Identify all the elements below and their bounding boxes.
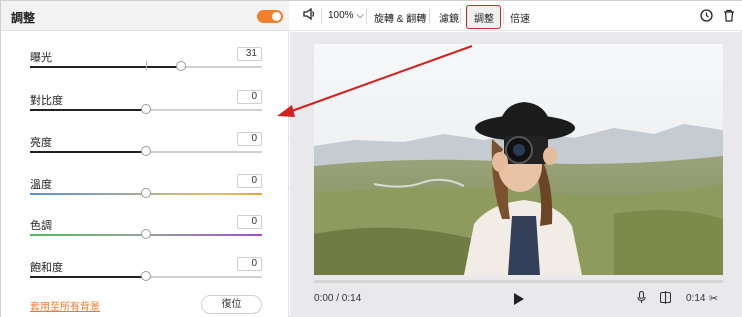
- panel-header: 調整: [1, 1, 289, 31]
- toolbar-divider: [503, 8, 504, 24]
- preview-image: [314, 44, 723, 275]
- playback-progress[interactable]: [314, 280, 723, 283]
- slider-fill: [30, 151, 146, 153]
- slider-fill: [30, 66, 181, 68]
- trash-icon[interactable]: [723, 9, 735, 25]
- slider-label: 曝光: [30, 52, 52, 64]
- editor-toolbar: 100% ⌵ 旋轉 & 翻轉 濾鏡 調整 倍速: [290, 1, 742, 31]
- apply-all-link[interactable]: 套用至所有背景: [30, 298, 100, 313]
- slider-value[interactable]: 0: [237, 90, 262, 104]
- slider-label: 對比度: [30, 95, 63, 107]
- slider-thumb[interactable]: [141, 146, 151, 156]
- adjust-panel: 調整 曝光 31 對比度 0 亮度 0 溫度 0 色調 0 飽和度 0 套用至所…: [1, 1, 289, 317]
- chevron-down-icon: ⌵: [353, 10, 364, 21]
- panel-title: 調整: [11, 11, 36, 25]
- slider-label: 飽和度: [30, 262, 63, 274]
- adjust-toggle[interactable]: [257, 10, 283, 23]
- speed-button[interactable]: 倍速: [510, 10, 530, 25]
- reset-button[interactable]: 復位: [201, 295, 262, 314]
- slider-temperature: 溫度 0: [1, 174, 289, 214]
- scissors-icon[interactable]: ✂: [709, 292, 718, 305]
- slider-thumb[interactable]: [141, 271, 151, 281]
- toolbar-divider: [460, 8, 461, 24]
- slider-thumb[interactable]: [141, 188, 151, 198]
- slider-value[interactable]: 0: [237, 257, 262, 271]
- slider-label: 溫度: [30, 179, 52, 191]
- slider-brightness: 亮度 0: [1, 132, 289, 172]
- slider-contrast: 對比度 0: [1, 90, 289, 130]
- slider-value[interactable]: 0: [237, 132, 262, 146]
- slider-fill: [30, 109, 146, 111]
- slider-thumb[interactable]: [141, 104, 151, 114]
- slider-thumb[interactable]: [141, 229, 151, 239]
- toggle-knob: [272, 12, 281, 21]
- zoom-value: 100%: [328, 10, 354, 21]
- app-window: 調整 曝光 31 對比度 0 亮度 0 溫度 0 色調 0 飽和度 0 套用至所…: [0, 0, 742, 317]
- slider-exposure: 曝光 31: [1, 47, 289, 87]
- current-time: 0:00 / 0:14: [314, 293, 362, 304]
- slider-value[interactable]: 0: [237, 215, 262, 229]
- play-icon[interactable]: [514, 293, 524, 305]
- clock-icon[interactable]: [700, 9, 713, 25]
- volume-icon[interactable]: [302, 7, 316, 24]
- slider-tint: 色調 0: [1, 215, 289, 255]
- zoom-select[interactable]: 100% ⌵: [328, 10, 364, 21]
- slider-center-mark: [146, 61, 147, 71]
- toolbar-divider: [366, 8, 367, 24]
- clip-duration: 0:14: [686, 293, 706, 304]
- toolbar-divider: [429, 8, 430, 24]
- toolbar-divider: [321, 8, 322, 24]
- microphone-icon[interactable]: [637, 290, 646, 307]
- slider-thumb[interactable]: [176, 61, 186, 71]
- split-icon[interactable]: [659, 291, 672, 307]
- slider-label: 色調: [30, 220, 52, 232]
- slider-value[interactable]: 0: [237, 174, 262, 188]
- rotate-flip-button[interactable]: 旋轉 & 翻轉: [374, 10, 426, 25]
- slider-saturation: 飽和度 0: [1, 257, 289, 297]
- adjust-button[interactable]: 調整: [474, 10, 494, 25]
- slider-value[interactable]: 31: [237, 47, 262, 61]
- slider-label: 亮度: [30, 137, 52, 149]
- filter-button[interactable]: 濾鏡: [439, 10, 459, 25]
- slider-fill: [30, 276, 146, 278]
